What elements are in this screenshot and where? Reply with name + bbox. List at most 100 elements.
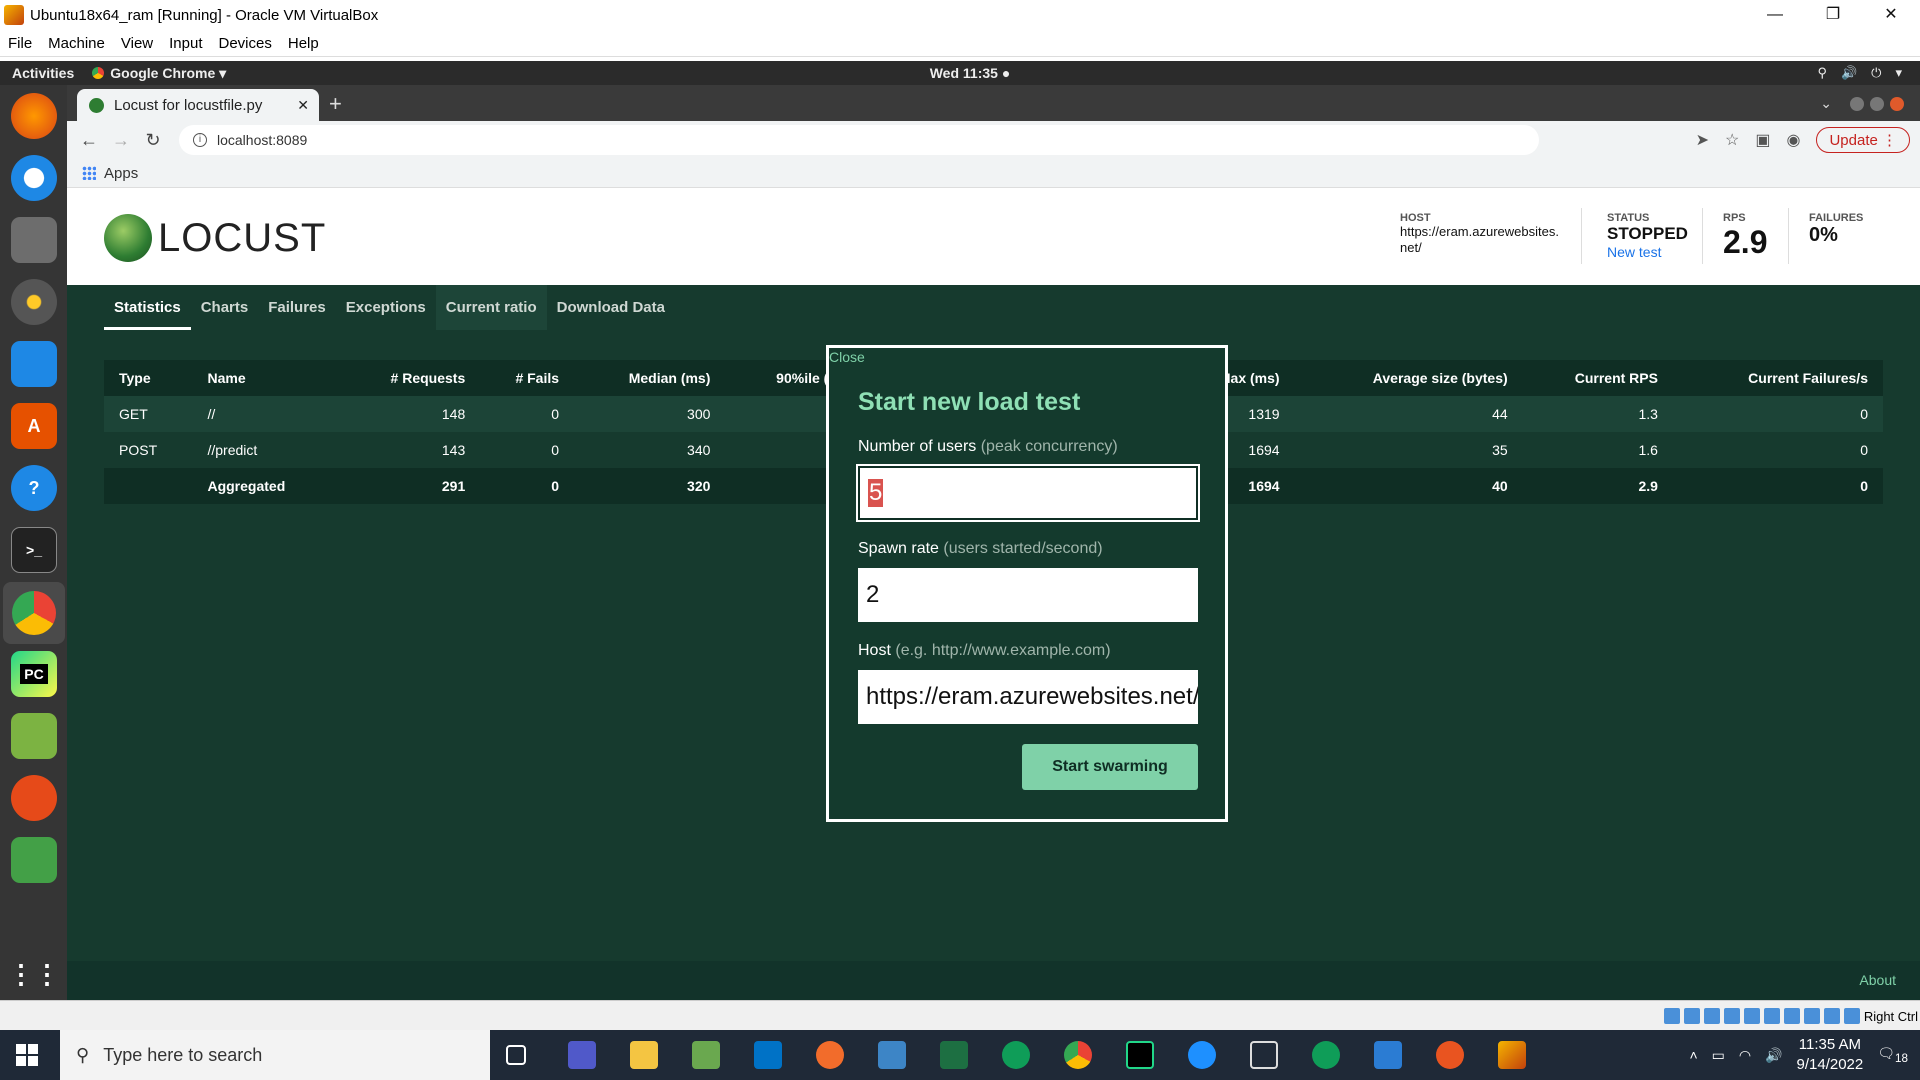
tab-exceptions[interactable]: Exceptions (336, 285, 436, 330)
menu-input[interactable]: Input (161, 35, 210, 52)
tab-current-ratio[interactable]: Current ratio (435, 285, 547, 330)
taskbar-clock[interactable]: 11:35 AM 9/14/2022 (1797, 1035, 1864, 1075)
chevron-up-icon[interactable]: ˄ (1689, 1047, 1697, 1063)
new-tab-button[interactable]: + (329, 91, 342, 117)
speaker-icon[interactable]: 🔊 (1765, 1047, 1782, 1064)
bookmark-star-icon[interactable]: ☆ (1725, 130, 1739, 150)
locust-logo[interactable]: LOCUST (104, 214, 326, 262)
window-app-icon[interactable] (1374, 1041, 1402, 1069)
terminal-icon[interactable]: >_ (11, 527, 57, 573)
menu-file[interactable]: File (0, 35, 40, 52)
audio-icon[interactable] (1704, 1008, 1720, 1024)
postman-taskbar-icon[interactable] (816, 1041, 844, 1069)
chrome-close-button[interactable] (1890, 96, 1904, 111)
column-header[interactable]: Current Failures/s (1672, 360, 1883, 396)
users-input[interactable]: 5 (856, 464, 1200, 522)
tab-statistics[interactable]: Statistics (104, 285, 191, 330)
column-header[interactable]: # Fails (480, 360, 575, 396)
wifi-icon[interactable]: ◠ (1739, 1047, 1751, 1064)
shared-folder-icon[interactable] (1764, 1008, 1780, 1024)
software-center-icon[interactable]: A (11, 403, 57, 449)
task-view-icon[interactable] (506, 1045, 526, 1065)
chrome-maximize-button[interactable] (1870, 96, 1884, 111)
chrome-taskbar-icon[interactable] (1064, 1041, 1092, 1069)
column-header[interactable]: Name (192, 360, 342, 396)
file-explorer-icon[interactable] (630, 1041, 658, 1069)
column-header[interactable]: Type (104, 360, 193, 396)
update-button[interactable]: Update ⋮ (1816, 127, 1910, 153)
photos-icon[interactable] (692, 1041, 720, 1069)
hdd-icon[interactable] (1664, 1008, 1680, 1024)
close-dialog-link[interactable]: Close (829, 349, 865, 365)
system-tray[interactable]: ⚲ 🔊 ⏻ ▾ (1817, 65, 1902, 81)
about-link[interactable]: About (1859, 972, 1896, 988)
spawn-rate-input[interactable]: 2 (858, 568, 1198, 622)
3d-viewer-icon[interactable] (1250, 1041, 1278, 1069)
profile-icon[interactable]: ◉ (1786, 130, 1800, 150)
files-icon[interactable] (11, 217, 57, 263)
start-swarming-button[interactable]: Start swarming (1022, 744, 1198, 790)
menu-devices[interactable]: Devices (211, 35, 280, 52)
notifications-icon[interactable]: 🗨18 (1877, 1045, 1908, 1065)
internet-explorer-icon[interactable] (1188, 1041, 1216, 1069)
outlook-icon[interactable] (754, 1041, 782, 1069)
postman-icon[interactable] (11, 775, 57, 821)
tab-charts[interactable]: Charts (191, 285, 259, 330)
taskbar-search-box[interactable]: ⚲ Type here to search (60, 1030, 490, 1080)
rhythmbox-icon[interactable] (11, 279, 57, 325)
minimize-button[interactable]: — (1746, 0, 1804, 30)
tab-locust[interactable]: Locust for locustfile.py ✕ (77, 89, 319, 121)
apps-bookmark[interactable]: Apps (104, 165, 138, 182)
pycharm-taskbar-icon[interactable] (1126, 1041, 1154, 1069)
menu-machine[interactable]: Machine (40, 35, 113, 52)
send-icon[interactable]: ➤ (1696, 130, 1709, 150)
show-apps-icon[interactable]: ⋮⋮ (8, 951, 60, 997)
menu-view[interactable]: View (113, 35, 161, 52)
close-tab-icon[interactable]: ✕ (297, 97, 309, 114)
side-panel-icon[interactable]: ▣ (1755, 130, 1770, 150)
tab-failures[interactable]: Failures (258, 285, 336, 330)
close-window-button[interactable]: ✕ (1862, 0, 1920, 30)
optical-icon[interactable] (1684, 1008, 1700, 1024)
usb-icon[interactable] (1744, 1008, 1760, 1024)
windows-start-icon[interactable] (16, 1044, 38, 1066)
column-header[interactable]: Median (ms) (574, 360, 726, 396)
back-button[interactable]: ← (73, 130, 105, 151)
writer-icon[interactable] (11, 341, 57, 387)
reload-button[interactable]: ↻ (137, 130, 169, 151)
recording-icon[interactable] (1804, 1008, 1820, 1024)
ubuntu-clock[interactable]: Wed 11:35 ● (0, 65, 1920, 81)
edge-beta-icon[interactable] (1312, 1041, 1340, 1069)
help-icon[interactable]: ? (11, 465, 57, 511)
image-editor-icon[interactable] (11, 713, 57, 759)
edge-icon[interactable] (1002, 1041, 1030, 1069)
pycharm-icon[interactable]: PC (11, 651, 57, 697)
address-bar[interactable]: i localhost:8089 (179, 125, 1539, 155)
network-app-icon[interactable] (878, 1041, 906, 1069)
ubuntu-icon[interactable] (1436, 1041, 1464, 1069)
battery-icon[interactable]: ▭ (1712, 1047, 1725, 1064)
cpu-icon[interactable] (1824, 1008, 1840, 1024)
site-info-icon[interactable]: i (193, 133, 207, 147)
new-test-link[interactable]: New test (1607, 244, 1688, 260)
tab-search-icon[interactable]: ⌄ (1820, 95, 1832, 112)
virtualbox-taskbar-icon[interactable] (1498, 1041, 1526, 1069)
menu-help[interactable]: Help (280, 35, 327, 52)
teams-icon[interactable] (568, 1041, 596, 1069)
column-header[interactable]: Average size (bytes) (1294, 360, 1523, 396)
mouse-integration-icon[interactable] (1844, 1008, 1860, 1024)
network-adapter-icon[interactable] (1724, 1008, 1740, 1024)
chrome-minimize-button[interactable] (1850, 96, 1864, 111)
display-icon[interactable] (1784, 1008, 1800, 1024)
chrome-dock-icon[interactable] (3, 582, 65, 644)
restore-button[interactable]: ❐ (1804, 0, 1862, 30)
column-header[interactable]: # Requests (341, 360, 481, 396)
thunderbird-icon[interactable] (11, 155, 57, 201)
excel-icon[interactable] (940, 1041, 968, 1069)
column-header[interactable]: Current RPS (1522, 360, 1673, 396)
calc-icon[interactable] (11, 837, 57, 883)
host-input[interactable]: https://eram.azurewebsites.net/ (858, 670, 1198, 724)
forward-button[interactable]: → (105, 130, 137, 151)
tab-download-data[interactable]: Download Data (547, 285, 675, 330)
firefox-icon[interactable] (11, 93, 57, 139)
